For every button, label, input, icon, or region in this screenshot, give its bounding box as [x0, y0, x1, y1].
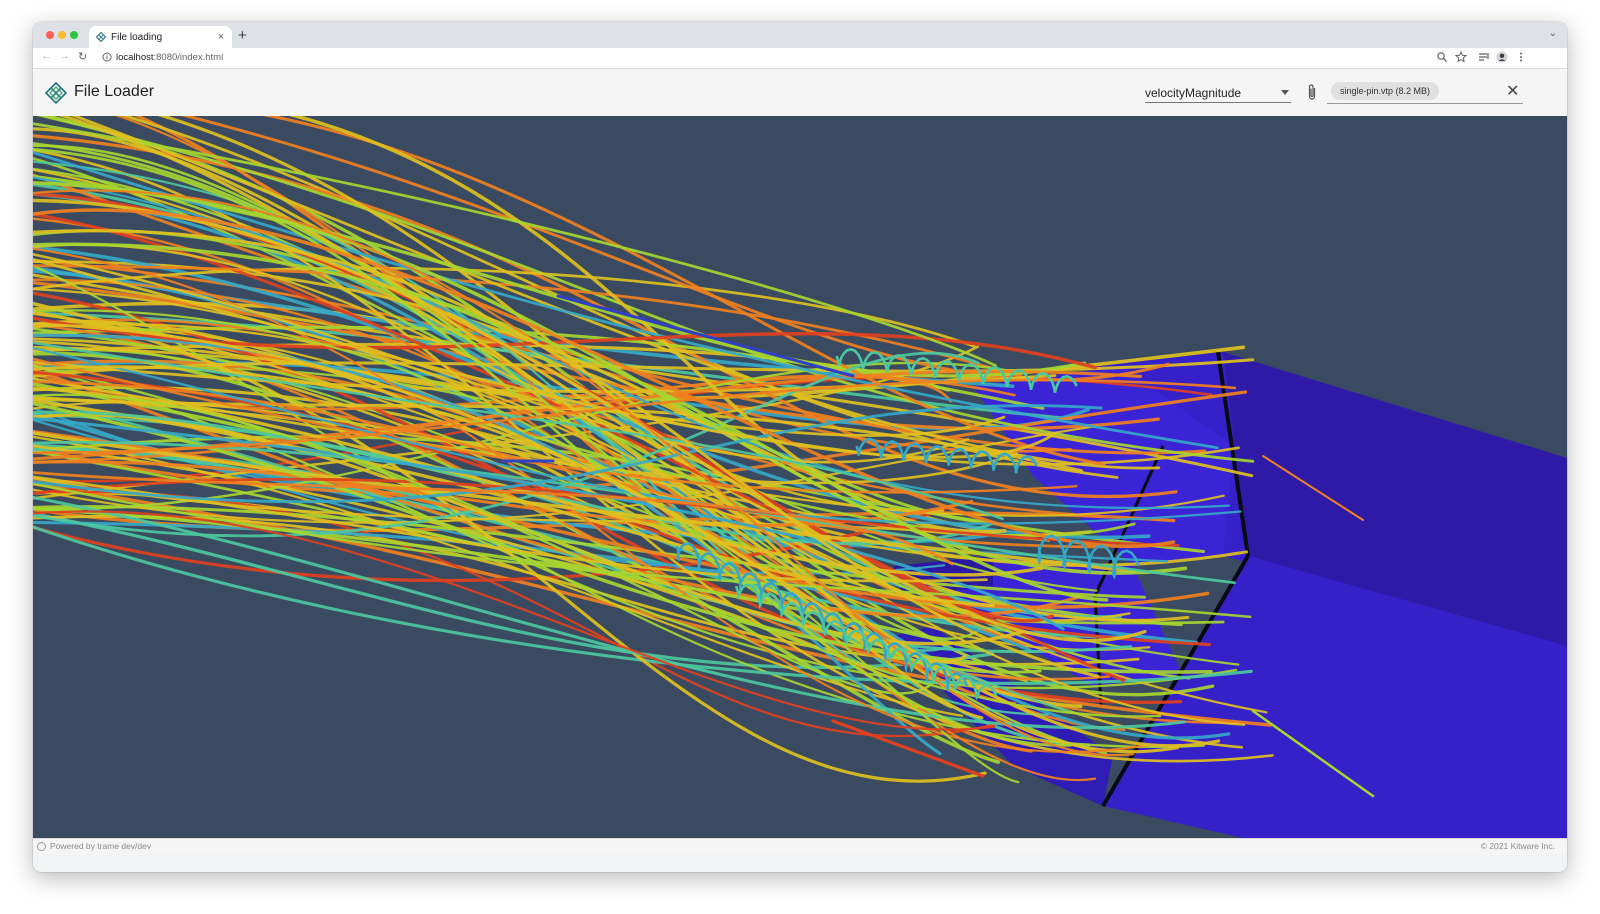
profile-avatar-icon[interactable] — [1496, 51, 1508, 63]
bookmark-star-icon[interactable] — [1455, 51, 1467, 63]
more-menu-icon[interactable] — [1515, 51, 1527, 63]
forward-button[interactable]: → — [59, 50, 70, 62]
file-chip[interactable]: single-pin.vtp (8.2 MB) — [1331, 82, 1440, 100]
app-toolbar: File Loader velocityMagnitude single-pin… — [33, 69, 1567, 117]
tab-strip: File loading × + ⌄ — [33, 22, 1567, 48]
render-view[interactable] — [33, 116, 1567, 838]
powered-by-text: Powered by trame dev/dev — [50, 841, 152, 851]
tab-close-icon[interactable]: × — [214, 31, 228, 43]
chevron-down-icon — [1281, 90, 1289, 95]
array-select[interactable]: velocityMagnitude — [1145, 82, 1291, 103]
array-select-value: velocityMagnitude — [1145, 86, 1242, 100]
back-button[interactable]: ← — [41, 50, 52, 62]
tab-title: File loading — [111, 31, 163, 43]
close-icon[interactable]: ✕ — [1506, 81, 1519, 101]
kitware-logo-icon — [44, 81, 68, 105]
zoom-icon[interactable] — [1436, 51, 1448, 63]
address-bar[interactable]: localhost:8080/index.html — [116, 52, 223, 63]
reload-button[interactable]: ↻ — [78, 50, 87, 63]
streamlines-scene — [33, 116, 1567, 838]
url-path: :8080/index.html — [153, 52, 224, 63]
reading-list-icon[interactable] — [1478, 51, 1490, 63]
window-minimize-button[interactable] — [58, 31, 66, 39]
paperclip-icon[interactable] — [1305, 83, 1319, 101]
browser-window: File loading × + ⌄ ← → ↻ localhost:8080/… — [33, 22, 1567, 872]
browser-toolbar: ← → ↻ localhost:8080/index.html — [33, 48, 1567, 69]
app-title: File Loader — [74, 83, 155, 100]
file-input[interactable]: single-pin.vtp (8.2 MB) — [1327, 81, 1523, 104]
tab-file-loading[interactable]: File loading × — [89, 26, 232, 48]
window-maximize-button[interactable] — [70, 31, 78, 39]
copyright: © 2021 Kitware Inc. — [1480, 841, 1555, 851]
trame-logo-icon — [37, 841, 46, 851]
url-host: localhost — [116, 52, 154, 63]
kitware-favicon-icon — [96, 32, 106, 42]
new-tab-button[interactable]: + — [238, 27, 247, 44]
powered-by: Powered by trame dev/dev — [37, 841, 151, 851]
tab-search-icon[interactable]: ⌄ — [1549, 28, 1557, 39]
footer: Powered by trame dev/dev © 2021 Kitware … — [33, 838, 1567, 854]
site-info-icon[interactable] — [102, 52, 112, 62]
window-close-button[interactable] — [46, 31, 54, 39]
